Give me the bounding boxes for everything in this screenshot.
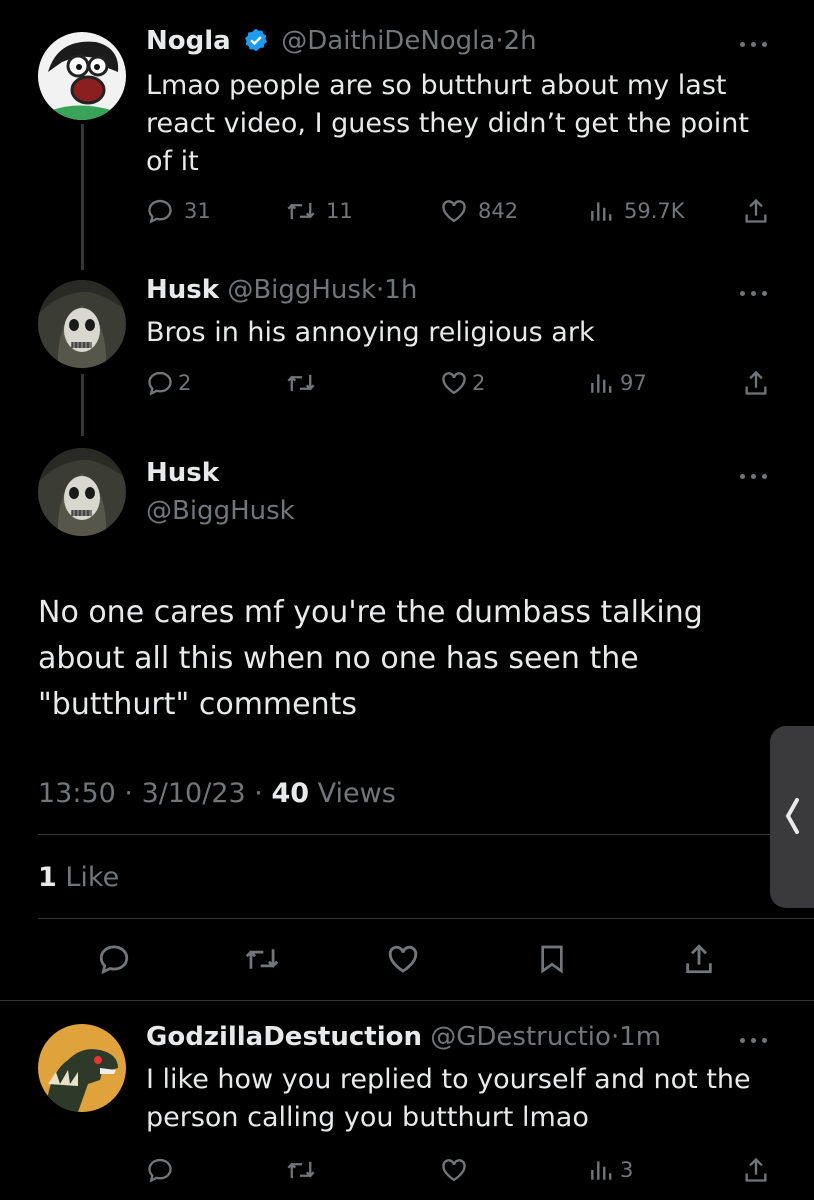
- retweet-button[interactable]: [286, 1156, 316, 1184]
- views-count: 3: [620, 1158, 634, 1182]
- tweet-time: 13:50: [38, 778, 116, 809]
- tweet-timestamp: 13:50 · 3/10/23 · 40 Views: [38, 778, 396, 809]
- retweet-icon: [287, 202, 315, 220]
- retweet-button[interactable]: [244, 942, 280, 976]
- tweet-text: Bros in his annoying religious ark: [146, 317, 595, 348]
- reply-icon: [148, 1158, 172, 1183]
- bookmark-button[interactable]: [536, 942, 568, 976]
- divider: [38, 918, 814, 919]
- author-name[interactable]: Husk: [146, 458, 219, 488]
- like-icon: [388, 945, 418, 973]
- avatar[interactable]: [38, 32, 126, 120]
- verified-badge-icon: [243, 27, 269, 60]
- thread-line: [81, 374, 84, 436]
- author-handle[interactable]: @BiggHusk: [227, 275, 376, 305]
- chevron-left-icon: [785, 798, 799, 834]
- reply-button[interactable]: [97, 942, 131, 976]
- retweet-button[interactable]: [286, 369, 316, 397]
- retweet-icon: [245, 949, 279, 969]
- share-button[interactable]: [742, 369, 770, 397]
- share-button[interactable]: [742, 197, 770, 225]
- views-button[interactable]: 3: [588, 1156, 633, 1184]
- views-icon: [591, 202, 612, 221]
- like-icon: [442, 1159, 466, 1182]
- likes-label: Like: [65, 862, 120, 893]
- author-handle[interactable]: @DaithiDeNogla: [281, 26, 495, 56]
- tweet-text: I like how you replied to yourself and n…: [146, 1064, 751, 1133]
- avatar[interactable]: [38, 448, 126, 536]
- like-icon: [442, 200, 466, 223]
- views-count: 59.7K: [624, 199, 685, 223]
- reply-button[interactable]: 31: [146, 197, 211, 225]
- tweet-time: 1h: [384, 275, 418, 305]
- like-button[interactable]: [440, 1156, 468, 1184]
- like-button[interactable]: [386, 942, 420, 976]
- more-icon[interactable]: [740, 287, 770, 299]
- retweet-button[interactable]: 11: [286, 197, 353, 225]
- more-icon[interactable]: [740, 1034, 770, 1046]
- views-button[interactable]: 59.7K: [588, 197, 685, 225]
- tweet-time: 1m: [619, 1022, 662, 1052]
- author-name[interactable]: Husk: [146, 275, 219, 305]
- reply-icon: [99, 945, 129, 975]
- tweet-header: Husk @BiggHusk·1h: [146, 275, 418, 305]
- author-handle[interactable]: @GDestructio: [430, 1022, 611, 1052]
- views-icon: [591, 1161, 612, 1180]
- tweet-time: 2h: [503, 26, 537, 56]
- reply-button[interactable]: [146, 1156, 174, 1184]
- bookmark-icon: [541, 945, 563, 974]
- like-button[interactable]: 842: [440, 197, 518, 225]
- tweet-header: Nogla @DaithiDeNogla·2h: [146, 26, 537, 60]
- author-handle[interactable]: @BiggHusk: [146, 496, 295, 526]
- avatar[interactable]: [38, 280, 126, 368]
- share-button[interactable]: [742, 1156, 770, 1184]
- tweet-header: GodzillaDestuction @GDestructio·1m: [146, 1022, 662, 1052]
- author-name[interactable]: GodzillaDestuction: [146, 1022, 422, 1052]
- likes-count: 1: [38, 862, 57, 893]
- share-icon: [745, 370, 767, 395]
- divider: [0, 1000, 814, 1001]
- share-icon: [745, 198, 767, 223]
- like-icon: [442, 372, 466, 395]
- share-icon: [745, 1157, 767, 1182]
- like-count: 842: [478, 199, 519, 223]
- reply-icon: [148, 199, 172, 224]
- tweet-text: Lmao people are so butthurt about my las…: [146, 70, 749, 177]
- tweet-text: No one cares mf you're the dumbass talki…: [38, 595, 703, 722]
- more-icon[interactable]: [740, 38, 770, 50]
- views-button[interactable]: 97: [588, 369, 647, 397]
- like-button[interactable]: 2: [440, 369, 485, 397]
- avatar[interactable]: [38, 1024, 126, 1112]
- share-button[interactable]: [682, 942, 716, 976]
- reply-icon: [148, 371, 172, 396]
- views-count: 40: [271, 778, 310, 809]
- views-count: 97: [620, 371, 647, 395]
- side-panel-handle[interactable]: [770, 726, 814, 908]
- retweet-icon: [287, 374, 315, 392]
- likes-summary[interactable]: 1 Like: [38, 862, 119, 893]
- like-count: 2: [472, 371, 486, 395]
- author-name[interactable]: Nogla: [146, 26, 231, 56]
- views-icon: [591, 374, 612, 393]
- tweet-date: 3/10/23: [141, 778, 246, 809]
- views-label: Views: [317, 778, 396, 809]
- more-icon[interactable]: [740, 470, 770, 482]
- share-icon: [686, 944, 712, 974]
- reply-count: 31: [184, 199, 211, 223]
- reply-button[interactable]: 2: [146, 369, 191, 397]
- reply-count: 2: [178, 371, 192, 395]
- thread-line: [81, 124, 84, 270]
- retweet-count: 11: [326, 199, 353, 223]
- retweet-icon: [287, 1161, 315, 1179]
- divider: [38, 834, 814, 835]
